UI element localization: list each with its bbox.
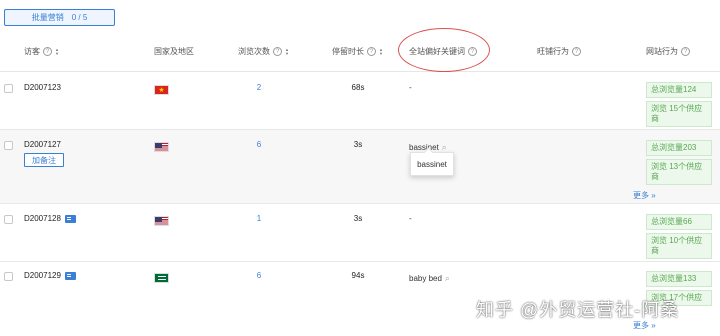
column-site-behavior: 网站行为 ? [646,46,690,57]
column-shop-behavior: 旺铺行为 ? [537,46,581,57]
total-views-tag: 总浏览量66 [646,214,712,230]
suppliers-viewed-tag: 浏览 15个供应商 [646,101,712,127]
total-views-tag: 总浏览量203 [646,140,712,156]
search-icon[interactable]: ⌕ [445,273,450,284]
sort-icon[interactable]: ▲ ▼ [55,47,59,56]
flag-us-icon [154,142,169,152]
highlight-circle [398,28,490,72]
row-checkbox[interactable] [4,84,13,93]
chevron-down-icon: » [651,321,656,330]
business-card-icon[interactable] [64,271,76,280]
keyword-value: - [409,83,412,92]
suppliers-viewed-tag: 浏览 10个供应商 [646,233,712,259]
column-country: 国家及地区 [154,46,194,57]
visitor-id: D2007123 [24,83,61,92]
flag-saudi-arabia-icon [154,273,169,283]
visitor-id-cell: D2007128 [24,214,76,223]
bulk-marketing-label: 批量营销 [31,13,64,22]
column-views-label: 浏览次数 [238,47,270,56]
add-note-button[interactable]: 加备注 [24,153,64,167]
keyword-value: - [409,214,412,223]
column-visitor[interactable]: 访客 ? ▲ ▼ [24,46,59,57]
keyword-value: baby bed [409,274,442,283]
column-site-behavior-label: 网站行为 [646,47,678,56]
bulk-marketing-button[interactable]: 批量营销 0 / 5 [4,9,115,26]
flag-vietnam-icon: ★ [154,85,169,95]
help-icon[interactable]: ? [273,47,282,56]
help-icon[interactable]: ? [43,47,52,56]
table-header: 访客 ? ▲ ▼ 国家及地区 浏览次数 ? ▲ ▼ 停留时长 ? ▲ ▼ 全站偏好关键… [0,36,720,72]
column-shop-behavior-label: 旺铺行为 [537,47,569,56]
row-checkbox[interactable] [4,141,13,150]
visitor-id: D2007129 [24,271,61,280]
duration-value: 68s [351,83,365,92]
duration-value: 3s [353,140,363,149]
column-duration-label: 停留时长 [332,47,364,56]
keyword-cell: baby bed ⌕ [409,273,450,284]
bulk-marketing-count: 0 / 5 [71,13,88,22]
business-card-icon[interactable] [64,214,76,223]
duration-value: 3s [353,214,363,223]
total-views-tag: 总浏览量124 [646,82,712,98]
chevron-down-icon: » [651,191,656,200]
site-behavior-tags: 总浏览量203 浏览 13个供应商 [646,140,712,185]
more-label: 更多 [633,321,649,330]
row-checkbox[interactable] [4,215,13,224]
duration-value: 94s [351,271,365,280]
more-label: 更多 [633,191,649,200]
site-behavior-tags: 总浏览量124 浏览 15个供应商 [646,82,712,127]
help-icon[interactable]: ? [572,47,581,56]
suppliers-viewed-tag: 浏览 13个供应商 [646,159,712,185]
visitor-id-cell: D2007129 [24,271,76,280]
more-link[interactable]: 更多 » [633,190,656,201]
views-count[interactable]: 6 [249,140,269,149]
table-row: D2007127 加备注 6 3s bassinet ⌕ 总浏览量203 浏览 … [0,130,720,204]
column-visitor-label: 访客 [24,47,40,56]
help-icon[interactable]: ? [367,47,376,56]
views-count[interactable]: 2 [249,83,269,92]
views-count[interactable]: 1 [249,214,269,223]
visitor-id: D2007128 [24,214,61,223]
flag-us-icon [154,216,169,226]
help-icon[interactable]: ? [681,47,690,56]
visitor-id: D2007127 [24,140,61,149]
sort-icon[interactable]: ▲ ▼ [379,47,383,56]
keyword-tooltip: bassinet [410,152,454,176]
column-duration[interactable]: 停留时长 ? ▲ ▼ [332,46,383,57]
sort-icon[interactable]: ▲ ▼ [285,47,289,56]
row-checkbox[interactable] [4,272,13,281]
site-behavior-tags: 总浏览量66 浏览 10个供应商 [646,214,712,259]
column-country-label: 国家及地区 [154,47,194,56]
watermark: 知乎 @外贸运营社-阿桑 [476,300,680,320]
total-views-tag: 总浏览量133 [646,271,712,287]
views-count[interactable]: 6 [249,271,269,280]
column-views[interactable]: 浏览次数 ? ▲ ▼ [238,46,289,57]
table-row: D2007123 ★ 2 68s - 总浏览量124 浏览 15个供应商 [0,72,720,130]
table-row: D2007128 1 3s - 总浏览量66 浏览 10个供应商 [0,204,720,262]
